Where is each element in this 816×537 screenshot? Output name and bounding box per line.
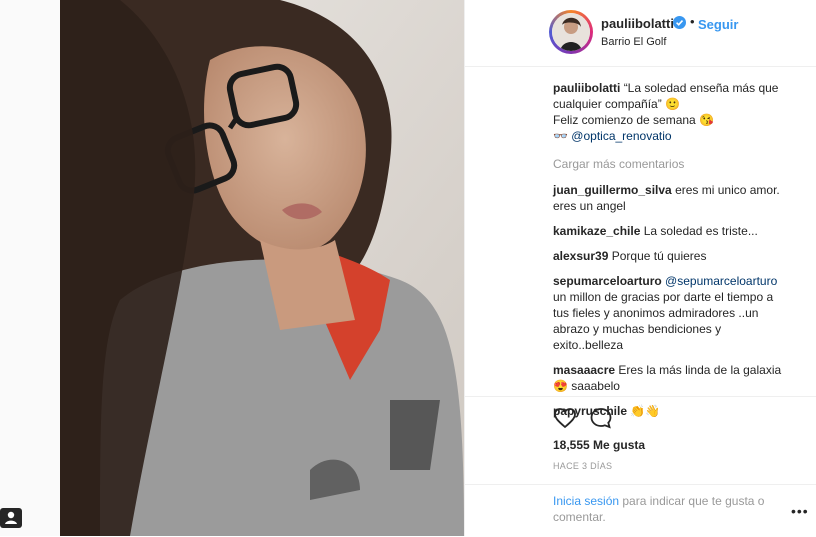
comment-username[interactable]: juan_guillermo_silva [553, 183, 672, 197]
comment-item: masaaacre Eres la más linda de la galaxi… [553, 362, 789, 394]
comment-text: un millon de gracias por darte el tiempo… [553, 290, 774, 352]
comment-username[interactable]: kamikaze_chile [553, 224, 640, 238]
left-background [0, 0, 60, 536]
caption-username[interactable]: pauliibolatti [553, 81, 620, 95]
comments-list: pauliibolatti “La soledad enseña más que… [553, 80, 789, 428]
comment-mention[interactable]: @sepumarceloarturo [665, 274, 777, 288]
login-footer: Inicia sesión para indicar que te gusta … [465, 484, 816, 537]
glasses-emoji: 👓 [553, 129, 568, 143]
post-time[interactable]: HACE 3 DÍAS [553, 461, 612, 471]
post-photo-image [60, 0, 464, 536]
caption: pauliibolatti “La soledad enseña más que… [553, 80, 789, 144]
verified-badge-icon [673, 16, 686, 29]
login-prompt: Inicia sesión para indicar que te gusta … [553, 493, 783, 525]
likes-count[interactable]: 18,555 Me gusta [553, 438, 645, 452]
comment-item: juan_guillermo_silva eres mi unico amor.… [553, 182, 789, 214]
tagged-person-icon[interactable] [0, 508, 22, 528]
comment-item: alexsur39 Porque tú quieres [553, 248, 789, 264]
load-more-comments[interactable]: Cargar más comentarios [553, 156, 789, 172]
comment-username[interactable]: sepumarceloarturo [553, 274, 662, 288]
more-options-icon[interactable]: ••• [791, 503, 809, 519]
post-photo[interactable] [60, 0, 464, 536]
heart-icon[interactable] [553, 407, 577, 429]
login-link[interactable]: Inicia sesión [553, 494, 619, 508]
comment-text: La soledad es triste... [643, 224, 758, 238]
comment-item: kamikaze_chile La soledad es triste... [553, 223, 789, 239]
post-username[interactable]: pauliibolatti [601, 16, 674, 31]
avatar[interactable] [549, 10, 593, 54]
speech-bubble-icon[interactable] [589, 407, 613, 429]
comment-text: Porque tú quieres [611, 249, 707, 263]
post-header: pauliibolatti • Seguir Barrio El Golf [465, 0, 816, 67]
separator-dot: • [690, 14, 695, 29]
comment-username[interactable]: masaaacre [553, 363, 615, 377]
follow-button[interactable]: Seguir [698, 17, 738, 32]
avatar-image [552, 13, 590, 51]
post-details-panel: pauliibolatti • Seguir Barrio El Golf pa… [464, 0, 816, 536]
post-location[interactable]: Barrio El Golf [601, 36, 666, 48]
caption-mention[interactable]: @optica_renovatio [571, 129, 671, 143]
caption-line-2: Feliz comienzo de semana 😘 [553, 113, 715, 127]
comment-item: sepumarceloarturo @sepumarceloarturo un … [553, 273, 789, 353]
comment-username[interactable]: alexsur39 [553, 249, 608, 263]
